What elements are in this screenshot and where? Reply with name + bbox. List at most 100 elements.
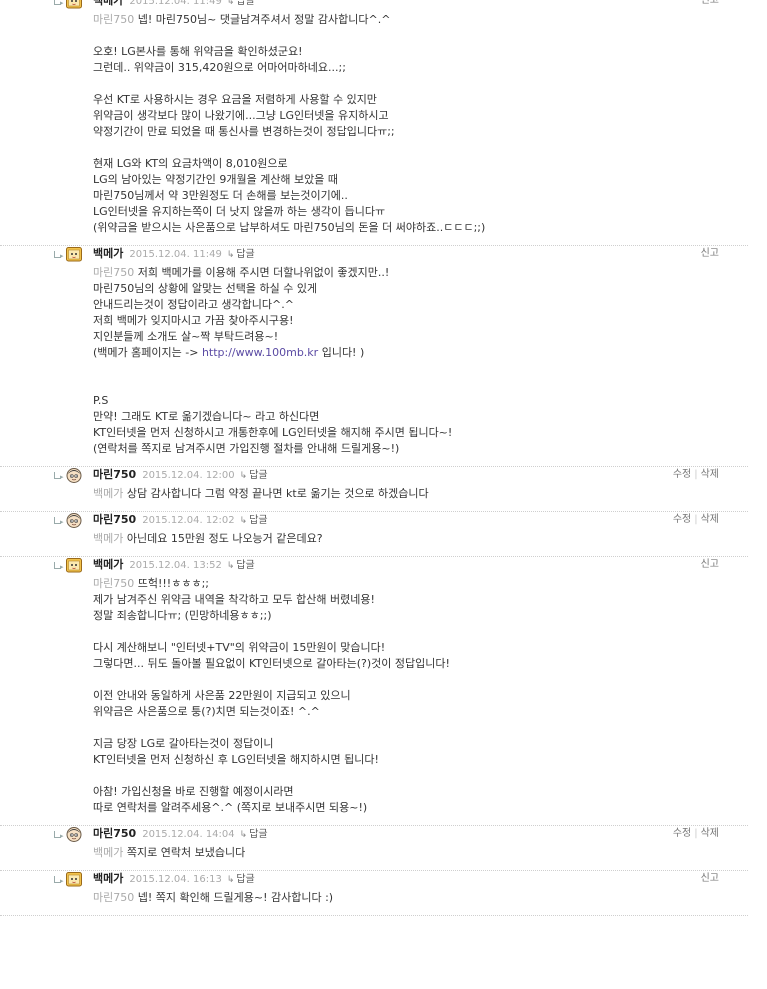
comment-line: 만약! 그래도 KT로 옮기겠습니다~ 라고 하신다면	[93, 409, 738, 425]
action-divider: |	[694, 828, 698, 839]
user-avatar-icon	[66, 826, 82, 842]
comment-header: 마린750 2015.12.04. 14:04 ↳ 답글	[93, 827, 268, 841]
reply-button[interactable]: ↳ 답글	[240, 515, 268, 526]
reply-arrow-icon: ↳	[239, 830, 248, 840]
comment-line: 제가 남겨주신 위약금 내역을 착각하고 모두 합산해 버렸네용!	[93, 592, 738, 608]
comment-line	[93, 624, 738, 640]
delete-button[interactable]: 삭제	[701, 469, 719, 480]
comment-header: 백메가 2015.12.04. 11:49 ↳ 답글	[93, 0, 255, 8]
comment-author[interactable]: 백메가	[93, 0, 123, 7]
comment-item: ▸ 백메가 2015.12.04. 11:49 ↳ 답글 신고 마린750 넵! 마린750…	[0, 0, 748, 246]
comment-body: 마린750 넵! 쪽지 확인해 드릴게용~! 감사합니다 :)	[93, 890, 738, 906]
comment-line: 마린750 넵! 쪽지 확인해 드릴게용~! 감사합니다 :)	[93, 890, 738, 906]
comment-actions: 신고	[701, 247, 719, 261]
user-avatar-icon	[66, 467, 82, 483]
mention-tag[interactable]: 백메가	[93, 532, 123, 545]
report-button[interactable]: 신고	[701, 248, 719, 259]
edit-button[interactable]: 수정	[673, 514, 691, 525]
reply-button[interactable]: ↳ 답글	[240, 470, 268, 481]
comment-header: 마린750 2015.12.04. 12:00 ↳ 답글	[93, 468, 268, 482]
reply-arrow-icon: ▸	[60, 563, 64, 571]
comment-text: 오호! LG본사를 통해 위약금을 확인하셨군요!	[93, 45, 303, 58]
comment-line: 마린750 넵! 마린750님~ 댓글남겨주셔서 정말 감사합니다^.^	[93, 12, 738, 28]
reply-arrow-icon: ↳	[239, 516, 248, 526]
comment-line: 마린750 저희 백메가를 이용해 주시면 더할나위없이 좋겠지만..!	[93, 265, 738, 281]
comment-item: ▸ 백메가 2015.12.04. 16:13 ↳ 답글 신고 마린750 넵! 쪽지 확인…	[0, 871, 748, 916]
report-button[interactable]: 신고	[701, 0, 719, 6]
mention-tag[interactable]: 마린750	[93, 13, 134, 26]
comment-text: 아참! 가입신청을 바로 진행할 예정이시라면	[93, 785, 294, 798]
edit-button[interactable]: 수정	[673, 469, 691, 480]
comment-text: KT인터넷을 먼저 신청하시고 개통한후에 LG인터넷을 해지해 주시면 됩니다…	[93, 426, 453, 439]
comment-date: 2015.12.04. 14:04	[142, 829, 235, 840]
mention-tag[interactable]: 마린750	[93, 891, 134, 904]
comment-text: 그렇다면... 뒤도 돌아볼 필요없이 KT인터넷으로 갈아타는(?)것이 정답…	[93, 657, 450, 670]
comment-text: 지금 당장 LG로 갈아타는것이 정답이니	[93, 737, 274, 750]
comment-actions: 신고	[701, 558, 719, 572]
comment-line: 그런데.. 위약금이 315,420원으로 어마어마하네요...;;	[93, 60, 738, 76]
comment-actions: 수정 | 삭제	[673, 468, 719, 482]
comment-item: ▸ 백메가 2015.12.04. 13:52 ↳ 답글 신고 마린750 뜨헉!!!ㅎㅎㅎ…	[0, 557, 748, 826]
delete-button[interactable]: 삭제	[701, 514, 719, 525]
homepage-link[interactable]: http://www.100mb.kr	[202, 346, 318, 359]
comment-text: 저희 백메가 잊지마시고 가끔 찾아주시구용!	[93, 314, 294, 327]
reply-arrow-icon: ↳	[226, 0, 235, 7]
comment-line	[93, 377, 738, 393]
comment-author[interactable]: 마린750	[93, 468, 136, 481]
reply-arrow-icon: ▸	[60, 877, 64, 885]
comment-text: 정말 죄송합니다ㅠ; (민망하네용ㅎㅎ;;)	[93, 609, 272, 622]
comment-text: 다시 계산해보니 "인터넷+TV"의 위약금이 15만원이 맞습니다!	[93, 641, 386, 654]
comment-text: 상담 감사합니다 그럼 약정 끝나면 kt로 옮기는 것으로 하겠습니다	[126, 487, 429, 500]
comment-line	[93, 76, 738, 92]
comment-line: 지금 당장 LG로 갈아타는것이 정답이니	[93, 736, 738, 752]
comment-author[interactable]: 마린750	[93, 827, 136, 840]
comment-line: 지인분들께 소개도 살~짝 부탁드려용~!	[93, 329, 738, 345]
comment-text: LG인터넷을 유지하는쪽이 더 낫지 않을까 하는 생각이 듭니다ㅠ	[93, 205, 386, 218]
reply-arrow-icon: ▸	[60, 832, 64, 840]
user-avatar-icon	[66, 512, 82, 528]
comment-line: 저희 백메가 잊지마시고 가끔 찾아주시구용!	[93, 313, 738, 329]
delete-button[interactable]: 삭제	[701, 828, 719, 839]
reply-arrow-icon: ↳	[226, 561, 235, 571]
comment-text: 현재 LG와 KT의 요금차액이 8,010원으로	[93, 157, 288, 170]
comment-actions: 신고	[701, 872, 719, 886]
comment-header: 백메가 2015.12.04. 13:52 ↳ 답글	[93, 558, 255, 572]
comment-text: 위약금은 사은품으로 퉁(?)치면 되는것이죠! ^.^	[93, 705, 320, 718]
mention-tag[interactable]: 마린750	[93, 266, 134, 279]
comment-date: 2015.12.04. 11:49	[129, 0, 222, 7]
comment-text: 그런데.. 위약금이 315,420원으로 어마어마하네요...;;	[93, 61, 346, 74]
report-button[interactable]: 신고	[701, 873, 719, 884]
comment-author[interactable]: 백메가	[93, 247, 123, 260]
comment-line: P.S	[93, 393, 738, 409]
mention-tag[interactable]: 백메가	[93, 487, 123, 500]
reply-button[interactable]: ↳ 답글	[227, 874, 255, 885]
reply-button[interactable]: ↳ 답글	[227, 0, 255, 7]
box-avatar-icon	[66, 871, 82, 887]
comment-date: 2015.12.04. 11:49	[129, 249, 222, 260]
comment-author[interactable]: 백메가	[93, 558, 123, 571]
mention-tag[interactable]: 백메가	[93, 846, 123, 859]
reply-button[interactable]: ↳ 답글	[240, 829, 268, 840]
reply-button[interactable]: ↳ 답글	[227, 560, 255, 571]
comment-line: (위약금을 받으시는 사은품으로 납부하셔도 마린750님의 돈을 더 써야하죠…	[93, 220, 738, 236]
comment-line: 따로 연락처를 알려주세용^.^ (쪽지로 보내주시면 되용~!)	[93, 800, 738, 816]
reply-button[interactable]: ↳ 답글	[227, 249, 255, 260]
comment-line: 위약금은 사은품으로 퉁(?)치면 되는것이죠! ^.^	[93, 704, 738, 720]
comment-author[interactable]: 마린750	[93, 513, 136, 526]
report-button[interactable]: 신고	[701, 559, 719, 570]
comment-line: (백메가 홈페이지는 -> http://www.100mb.kr 입니다! )	[93, 345, 738, 361]
comment-text: 넵! 마린750님~ 댓글남겨주셔서 정말 감사합니다^.^	[137, 13, 391, 26]
reply-arrow-icon: ↳	[226, 875, 235, 885]
edit-button[interactable]: 수정	[673, 828, 691, 839]
comment-author[interactable]: 백메가	[93, 872, 123, 885]
reply-arrow-icon: ▸	[60, 473, 64, 481]
mention-tag[interactable]: 마린750	[93, 577, 134, 590]
comment-item: ▸ 마린750 2015.12.04. 12:00 ↳ 답글 수정 | 삭제백메가 상담 감사…	[0, 467, 748, 512]
comment-line	[93, 140, 738, 156]
comment-body: 백메가 쪽지로 연락처 보냈습니다	[93, 845, 738, 861]
reply-label: 답글	[236, 249, 255, 260]
comment-line: 우선 KT로 사용하시는 경우 요금을 저렴하게 사용할 수 있지만	[93, 92, 738, 108]
comment-text: 마린750님의 상황에 알맞는 선택을 하실 수 있게	[93, 282, 318, 295]
comment-line: KT인터넷을 먼저 신청하시고 개통한후에 LG인터넷을 해지해 주시면 됩니다…	[93, 425, 738, 441]
comment-text: (위약금을 받으시는 사은품으로 납부하셔도 마린750님의 돈을 더 써야하죠…	[93, 221, 486, 234]
